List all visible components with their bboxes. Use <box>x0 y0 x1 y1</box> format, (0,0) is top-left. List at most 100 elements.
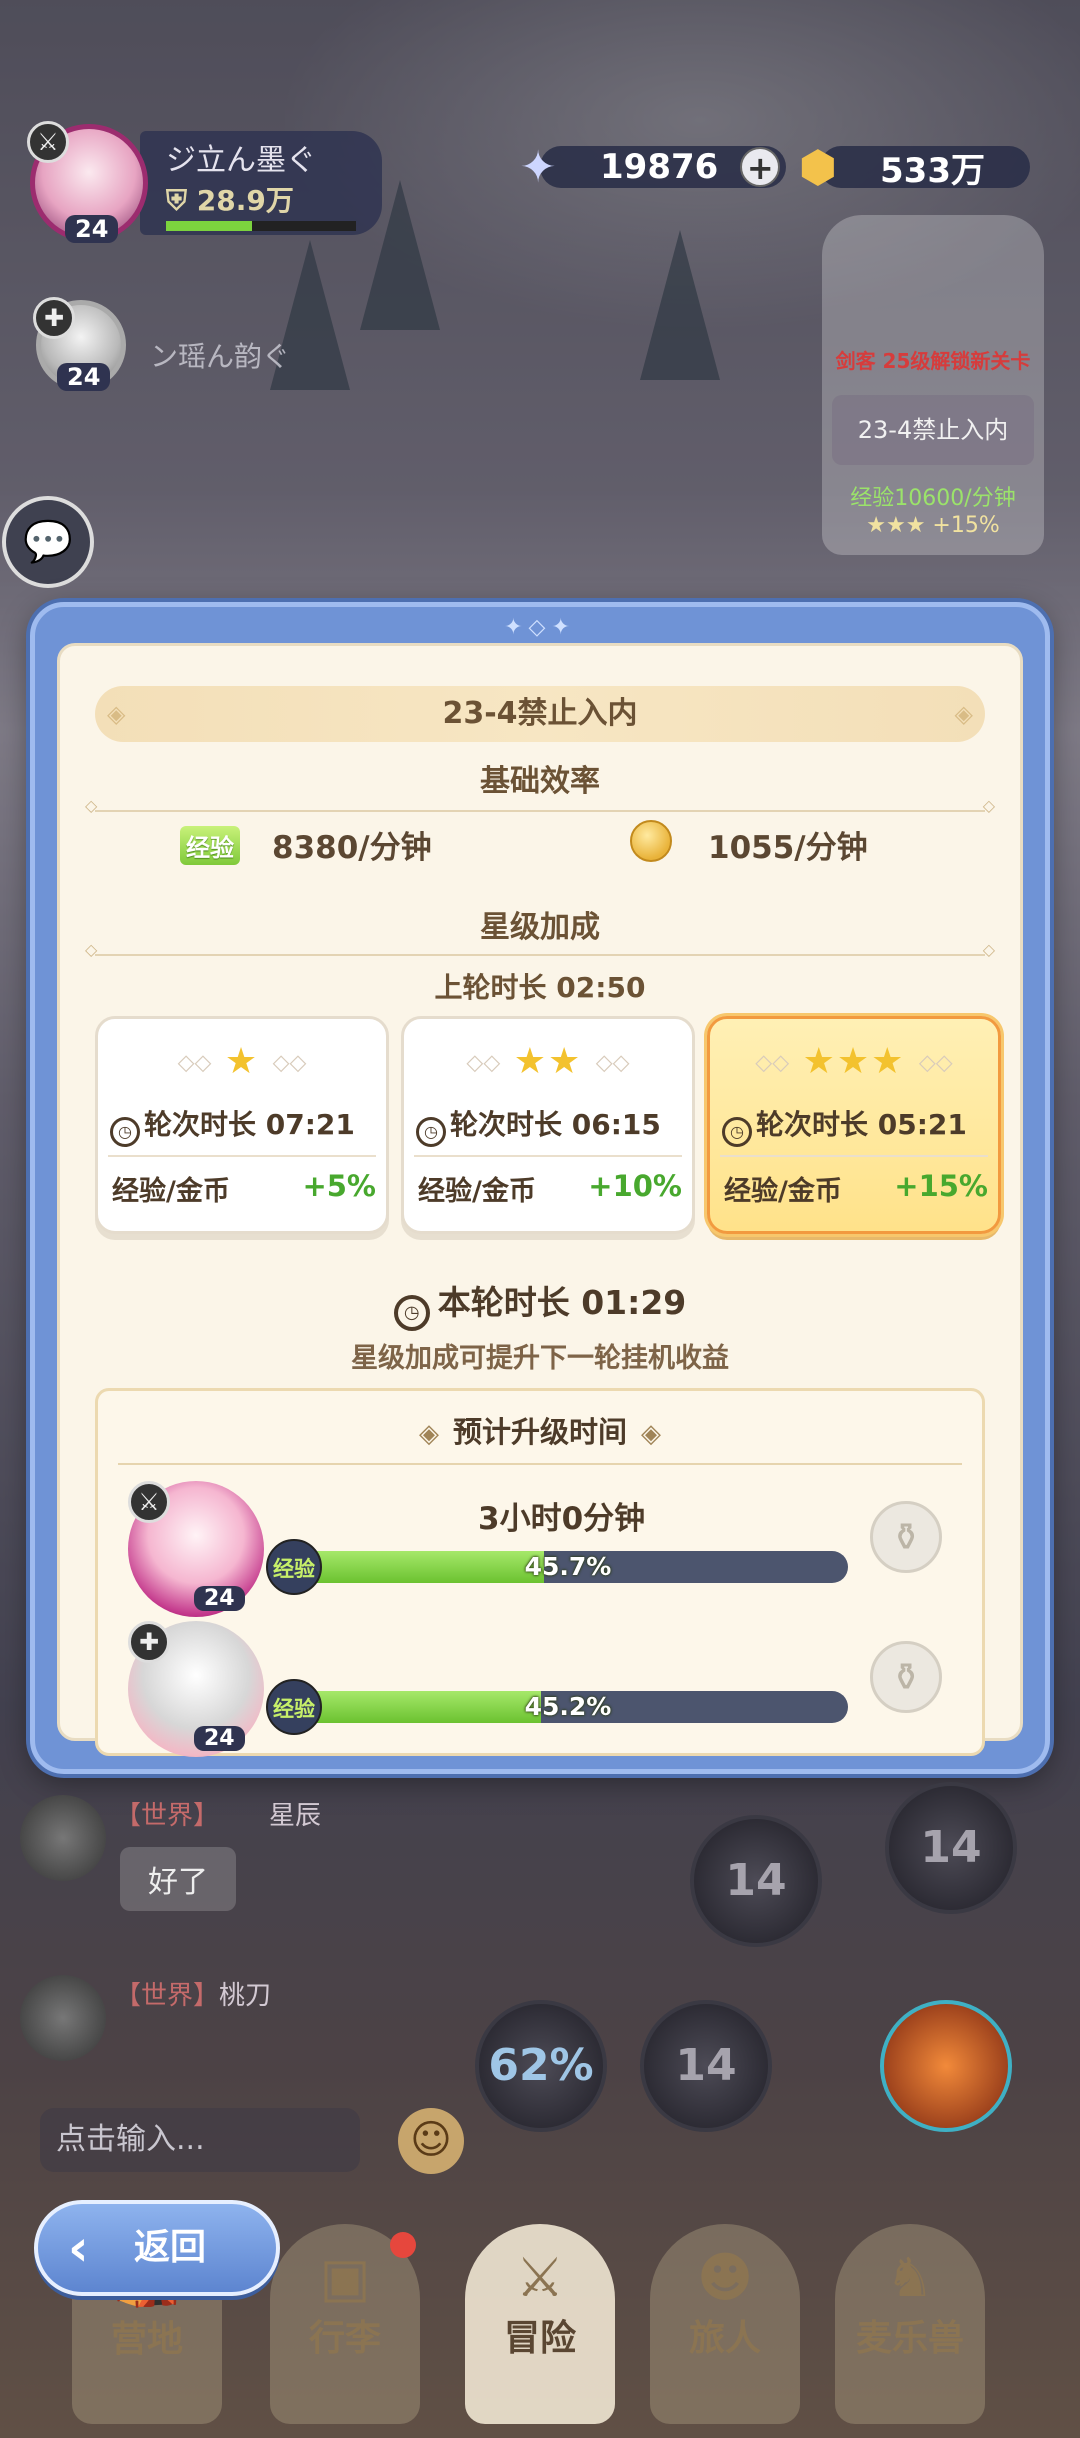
hero-row-1: ⚔ 24 3小时0分钟 45.7% 经验 ⚱ <box>128 1481 962 1621</box>
skill-slot[interactable]: 14 <box>690 1815 822 1947</box>
chat-input[interactable]: 点击输入... <box>40 2108 360 2172</box>
chat-avatar[interactable] <box>20 1975 106 2061</box>
player2-avatar[interactable]: ✚ 24 <box>33 297 126 391</box>
round-time: ◷ 轮次时长 05:21 <box>722 1103 967 1147</box>
bonus-percent: +10% <box>588 1169 682 1203</box>
gem-amount: 19876 <box>600 147 719 187</box>
player2-level: 24 <box>57 363 111 391</box>
chat-header: 【世界】 星辰 <box>115 1801 322 1831</box>
gold-counter: ⬢ 533万 <box>799 142 1030 193</box>
chat-feed: 【世界】 星辰 好了 【世界】桃刀 <box>20 1795 540 2155</box>
unlock-hint: 剑客 25级解锁新关卡 <box>835 349 1031 373</box>
nav-bag[interactable]: ▣ 行李 <box>270 2224 420 2424</box>
hero-level: 24 <box>194 1586 245 1611</box>
exp-progress-text: 45.7% <box>524 1552 612 1581</box>
shield-cross-icon: ✚ <box>33 297 75 339</box>
star-bonus-title: 星级加成 <box>480 910 600 945</box>
hero-avatar[interactable]: ⚔ 24 <box>128 1481 264 1617</box>
gem-counter: ✦ 19876 + <box>520 142 786 193</box>
nav-adventure[interactable]: ⚔ 冒险 <box>465 2224 615 2424</box>
coin-rate: 1055/分钟 <box>708 830 868 866</box>
hero-row-2: ✚ 24 45.2% 经验 ⚱ <box>128 1621 962 1761</box>
modal-panel: ◈ 23-4禁止入内 ◈ 基础效率 经验 8380/分钟 1055/分钟 星级加… <box>57 643 1023 1757</box>
clock-icon: ◷ <box>110 1117 140 1147</box>
exp-tag: 经验 <box>266 1679 322 1735</box>
back-button[interactable]: ‹ 返回 <box>34 2200 280 2296</box>
star-card-1: ◇◇ ★ ◇◇ ◷ 轮次时长 07:21 经验/金币 +5% <box>95 1016 389 1234</box>
player1-card[interactable]: ⚔ 24 ジ立ん墨ぐ ⛨ 28.9万 <box>27 121 382 243</box>
divider <box>108 1155 376 1157</box>
exp-tag: 经验 <box>266 1539 322 1595</box>
gold-coin-icon <box>630 820 672 862</box>
stage-banner: ◈ 23-4禁止入内 ◈ <box>95 686 985 742</box>
traveler-icon: ☻ <box>696 2246 754 2309</box>
chat-message: 【世界】 星辰 好了 <box>20 1795 540 1975</box>
diamond-ornament-icon: ◈ <box>107 700 126 728</box>
player1-level: 24 <box>65 215 119 243</box>
bonus-percent: +5% <box>302 1169 376 1203</box>
star-rating-icon: ◇◇ ★★ ◇◇ <box>466 1041 630 1082</box>
skill-slot[interactable]: 62% <box>475 2000 607 2132</box>
star-rating-icon: ◇◇ ★★★ ◇◇ <box>755 1041 953 1082</box>
exp-rate: 8380/分钟 <box>272 830 432 866</box>
round-time: ◷ 轮次时长 07:21 <box>110 1103 355 1147</box>
divider <box>118 1463 962 1465</box>
upgrade-time-box: ◈ 预计升级时间 ◈ ⚔ 24 3小时0分钟 45.7% 经验 ⚱ ✚ 24 4… <box>95 1388 985 1757</box>
hero-level: 24 <box>194 1726 245 1751</box>
skill-slot[interactable]: 14 <box>640 2000 772 2132</box>
exp-progress-text: 45.2% <box>524 1692 612 1721</box>
player2-name: ン瑶ん韵ぐ <box>150 340 291 373</box>
skill-slot[interactable]: 14 <box>885 1782 1017 1914</box>
pet-icon: ♞ <box>885 2246 935 2309</box>
back-label: 返回 <box>134 2227 207 2268</box>
nav-travelers[interactable]: ☻ 旅人 <box>650 2224 800 2424</box>
chevron-left-icon: ‹ <box>68 2219 89 2277</box>
exp-gold-label: 经验/金币 <box>112 1176 230 1207</box>
ultimate-skill-icon[interactable] <box>880 2000 1012 2132</box>
gold-coin-icon: ⬢ <box>798 141 838 193</box>
star-card-2: ◇◇ ★★ ◇◇ ◷ 轮次时长 06:15 经验/金币 +10% <box>401 1016 695 1234</box>
divider <box>414 1155 682 1157</box>
player1-info: ジ立ん墨ぐ ⛨ 28.9万 <box>140 131 382 235</box>
notification-dot <box>390 2232 416 2258</box>
diamond-ornament-icon: ◈ <box>418 1419 439 1449</box>
shield-cross-icon: ✚ <box>128 1621 170 1663</box>
chat-avatar[interactable] <box>20 1795 106 1881</box>
bonus-percent: +15% <box>894 1169 988 1203</box>
next-stage-panel[interactable]: 剑客 25级解锁新关卡 23-4禁止入内 经验10600/分钟 ★★★ +15% <box>822 215 1044 555</box>
player2-card[interactable]: ✚ 24 <box>33 297 126 391</box>
chat-text: 好了 <box>120 1847 236 1911</box>
sword-icon: ⚔ <box>27 121 69 163</box>
hero-avatar[interactable]: ✚ 24 <box>128 1621 264 1757</box>
chat-bubble-icon[interactable]: 💬 <box>2 496 94 588</box>
round-time: ◷ 轮次时长 06:15 <box>416 1103 661 1147</box>
diamond-ornament-icon: ◈ <box>641 1419 661 1449</box>
exp-progress-bar: 45.2% 经验 <box>266 1679 848 1735</box>
potion-icon[interactable]: ⚱ <box>870 1501 942 1573</box>
sword-icon: ⚔ <box>128 1481 170 1523</box>
emoji-icon[interactable]: ☺ <box>398 2108 464 2174</box>
exp-tag: 经验 <box>180 826 240 865</box>
divider <box>85 940 995 959</box>
chat-header: 【世界】桃刀 <box>115 1981 272 2011</box>
stage-title: 23-4禁止入内 <box>442 696 638 731</box>
clock-icon: ◷ <box>722 1117 752 1147</box>
side-stage-exp: 经验10600/分钟 <box>850 486 1016 511</box>
base-efficiency-row: 经验 8380/分钟 1055/分钟 <box>60 816 1020 872</box>
gold-amount: 533万 <box>880 150 985 191</box>
current-round-duration: ◷ 本轮时长 01:29 <box>60 1276 1020 1331</box>
star-card-3-active: ◇◇ ★★★ ◇◇ ◷ 轮次时长 05:21 经验/金币 +15% <box>707 1016 1001 1234</box>
player1-avatar[interactable]: ⚔ 24 <box>27 121 148 243</box>
last-round-duration: 上轮时长 02:50 <box>434 971 646 1004</box>
potion-icon[interactable]: ⚱ <box>870 1641 942 1713</box>
nav-pets[interactable]: ♞ 麦乐兽 <box>835 2224 985 2424</box>
star-rating-icon: ◇◇ ★ ◇◇ <box>177 1041 307 1082</box>
exp-gold-label: 经验/金币 <box>724 1176 842 1207</box>
divider <box>720 1155 988 1157</box>
add-gems-button[interactable]: + <box>740 147 781 187</box>
ornament-icon: ✦◇✦ <box>504 615 576 640</box>
clock-icon: ◷ <box>393 1295 430 1331</box>
upgrade-eta: 3小时0分钟 <box>478 1501 646 1537</box>
base-efficiency-title: 基础效率 <box>480 764 600 799</box>
exp-progress-bar: 45.7% 经验 <box>266 1539 848 1595</box>
